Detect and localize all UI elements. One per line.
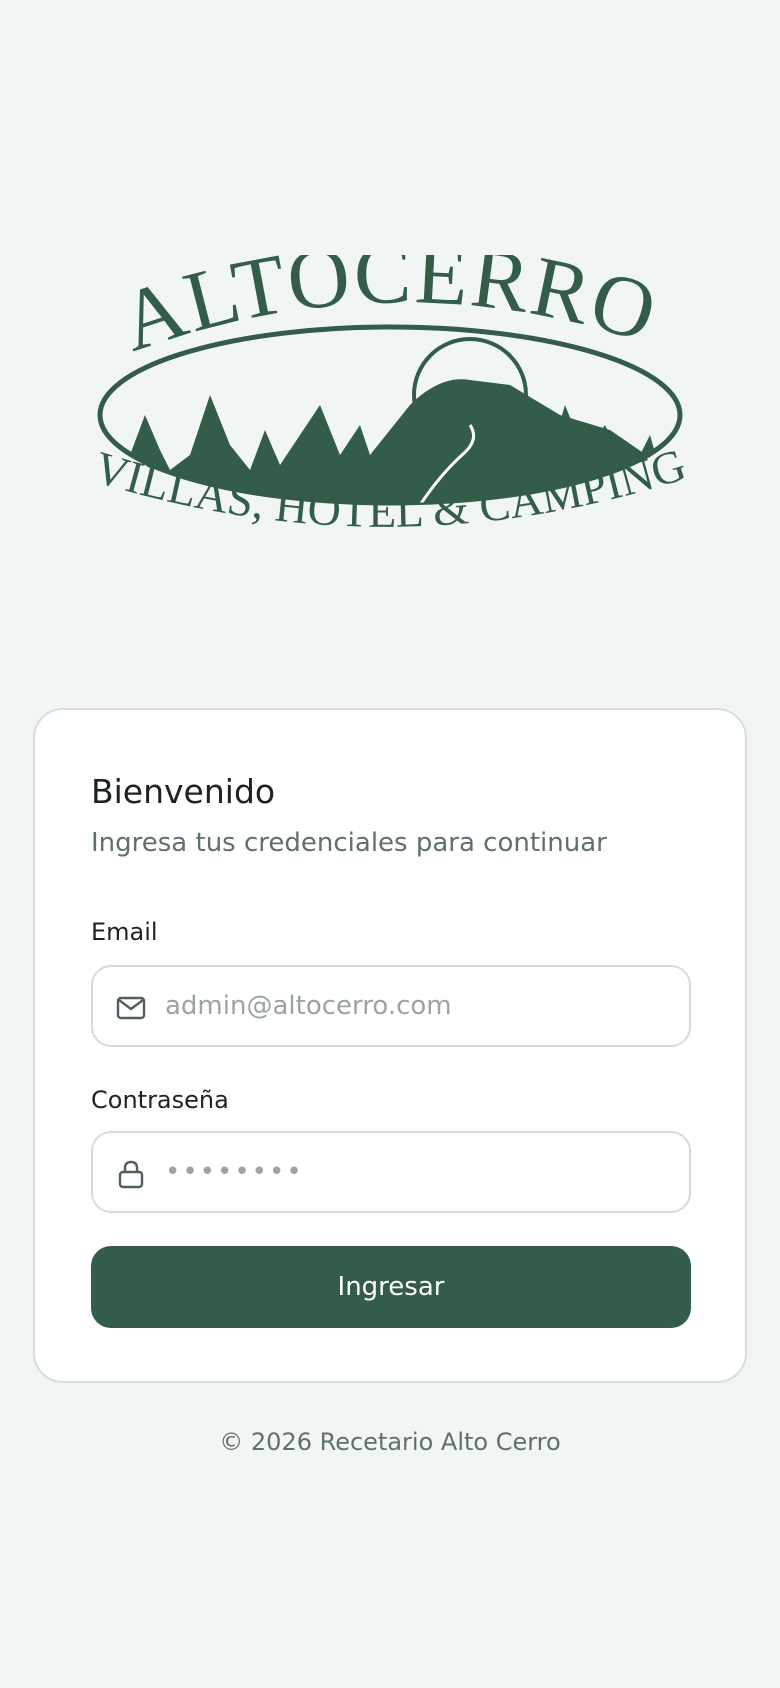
login-subtitle: Ingresa tus credenciales para continuar (91, 828, 607, 858)
mail-icon (116, 996, 146, 1020)
login-button[interactable]: Ingresar (91, 1246, 691, 1328)
email-field[interactable] (91, 965, 691, 1047)
login-card: Bienvenido Ingresa tus credenciales para… (33, 708, 747, 1383)
password-input[interactable] (165, 1133, 665, 1211)
lock-icon (118, 1160, 144, 1189)
password-field[interactable] (91, 1131, 691, 1213)
login-page: ALTOCERRO VILLAS, HOTEL & CAMPING Bienve… (0, 0, 780, 1688)
email-input[interactable] (165, 967, 665, 1045)
login-title: Bienvenido (91, 772, 276, 811)
password-label: Contraseña (91, 1086, 229, 1114)
altocerro-logo: ALTOCERRO VILLAS, HOTEL & CAMPING (90, 255, 690, 537)
footer-copyright: © 2026 Recetario Alto Cerro (219, 1428, 561, 1456)
email-label: Email (91, 918, 158, 946)
